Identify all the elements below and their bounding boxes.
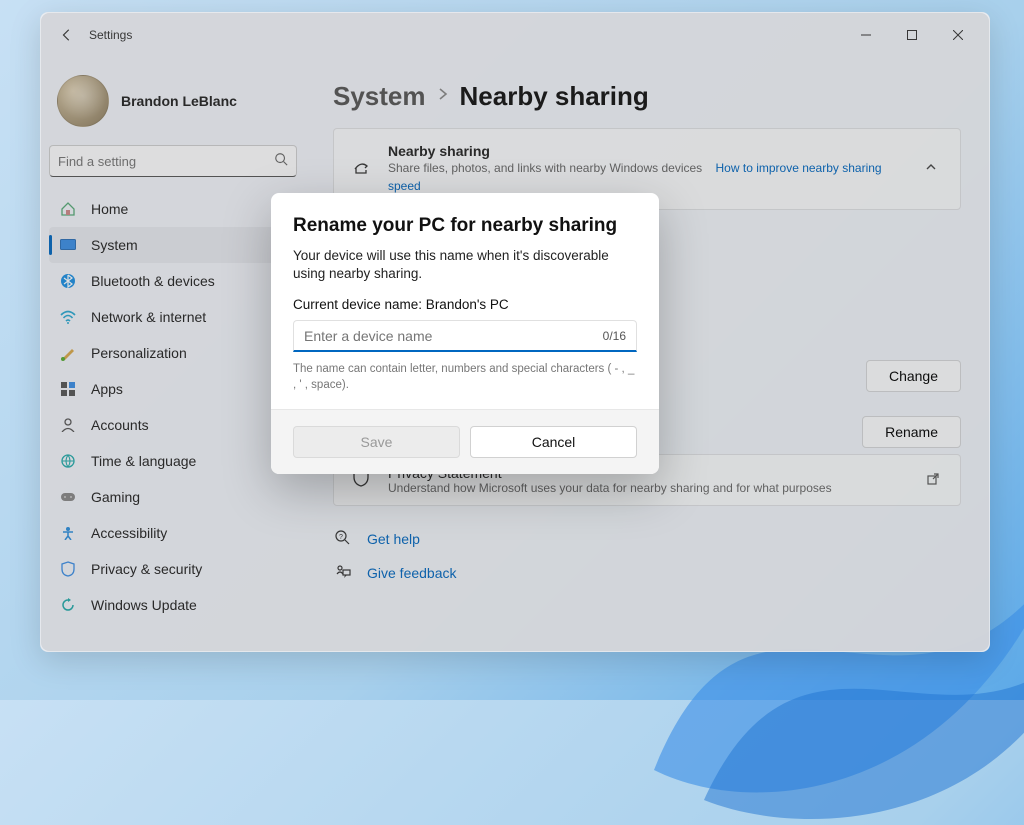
rename-dialog: Rename your PC for nearby sharing Your d… bbox=[271, 193, 659, 474]
dialog-title: Rename your PC for nearby sharing bbox=[293, 215, 637, 237]
save-button[interactable]: Save bbox=[293, 426, 460, 458]
dialog-hint: The name can contain letter, numbers and… bbox=[293, 362, 637, 393]
device-name-field[interactable]: 0/16 bbox=[293, 320, 637, 352]
dialog-footer: Save Cancel bbox=[271, 409, 659, 474]
settings-window: Settings Brandon LeBlanc Home System Blu… bbox=[40, 12, 990, 652]
device-name-input[interactable] bbox=[304, 328, 595, 344]
dialog-description: Your device will use this name when it's… bbox=[293, 247, 637, 283]
char-counter: 0/16 bbox=[603, 329, 626, 343]
modal-overlay: Rename your PC for nearby sharing Your d… bbox=[41, 13, 989, 651]
cancel-button[interactable]: Cancel bbox=[470, 426, 637, 458]
dialog-current-name: Current device name: Brandon's PC bbox=[293, 297, 637, 312]
